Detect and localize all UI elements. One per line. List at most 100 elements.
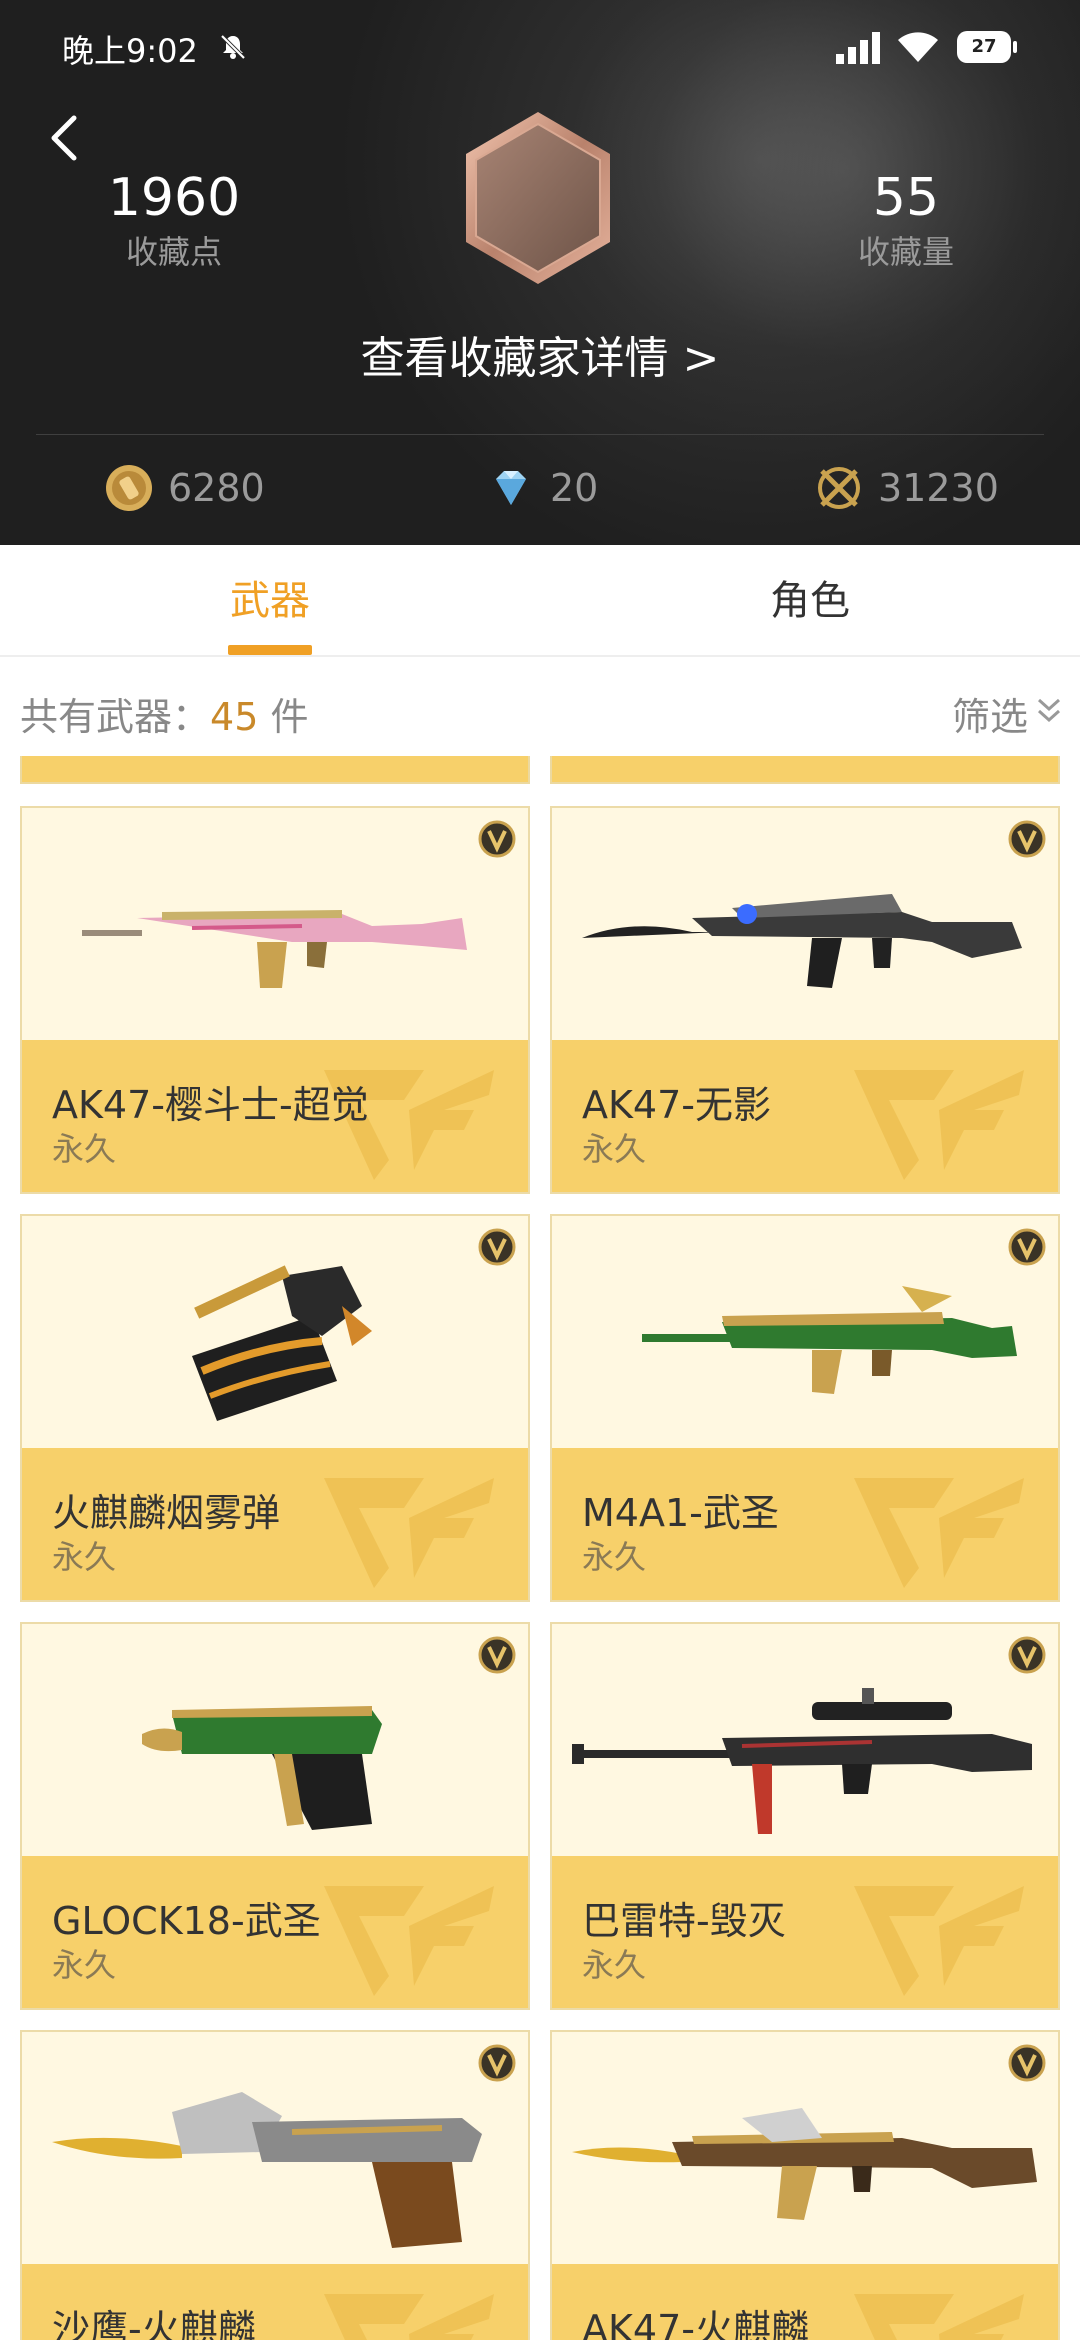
weapon-image-area [552, 2032, 1058, 2264]
pistol-icon [52, 2092, 482, 2248]
weapon-name: GLOCK18-武圣 [52, 1899, 321, 1943]
weapon-name: 火麒麟烟雾弹 [52, 1491, 281, 1535]
weapon-image-area [552, 1624, 1058, 1856]
weapon-card-1[interactable]: AK47-樱斗士-超觉 永久 [20, 806, 530, 1194]
collector-header: 晚上9:02 27 1960 收藏点 55 收藏量 查看收藏家详情 > 6280… [0, 0, 1080, 545]
weapon-card-6[interactable]: 巴雷特-毁灭 永久 [550, 1622, 1060, 2010]
battery-icon: 27 [956, 30, 1018, 64]
gold-coin-balance: 6280 [104, 460, 265, 516]
collection-count-value: 55 [872, 168, 940, 228]
diamond-value: 20 [550, 466, 599, 510]
partial-card-left [20, 756, 530, 784]
rifle-icon [82, 910, 467, 988]
rifle-icon [582, 894, 1022, 988]
status-bar: 晚上9:02 27 [0, 0, 1080, 96]
weapon-info: GLOCK18-武圣 永久 [22, 1856, 528, 2008]
weapon-name: M4A1-武圣 [582, 1491, 779, 1535]
diamond-icon [496, 471, 526, 505]
weapon-card-8[interactable]: AK47-火麒麟 永久 [550, 2030, 1060, 2340]
wifi-icon [898, 32, 938, 62]
weapon-name: AK47-火麒麟 [582, 2307, 809, 2340]
weapon-duration: 永久 [52, 1538, 117, 1576]
vip-badge-icon [478, 2044, 516, 2082]
weapon-name: 巴雷特-毁灭 [582, 1899, 786, 1943]
diamond-balance: 20 [486, 460, 598, 516]
filter-button[interactable]: 筛选 [952, 686, 1028, 741]
header-divider [36, 434, 1044, 435]
weapon-count-prefix: 共有武器： [20, 695, 211, 739]
collector-rank-badge-icon [466, 112, 610, 284]
weapon-info: AK47-无影 永久 [552, 1040, 1058, 1192]
cf-logo-watermark-icon [854, 1070, 1024, 1180]
weapon-duration: 永久 [582, 1130, 647, 1168]
weapon-info: 火麒麟烟雾弹 永久 [22, 1448, 528, 1600]
rifle-icon [642, 1286, 1017, 1394]
weapon-image-area [22, 1624, 528, 1856]
status-time: 晚上9:02 [62, 32, 198, 70]
weapon-count-label: 共有武器：45 件 [20, 686, 308, 741]
weapon-info: AK47-樱斗士-超觉 永久 [22, 1040, 528, 1192]
battery-level: 27 [971, 36, 997, 57]
smoke-grenade-icon [192, 1265, 372, 1421]
weapon-info: 巴雷特-毁灭 永久 [552, 1856, 1058, 2008]
weapon-card-4[interactable]: M4A1-武圣 永久 [550, 1214, 1060, 1602]
cf-logo-watermark-icon [854, 1886, 1024, 1996]
gold-coin-value: 6280 [168, 466, 265, 510]
tab-weapons[interactable]: 武器 [160, 545, 380, 657]
partial-card-right [550, 756, 1060, 784]
weapon-duration: 永久 [52, 1946, 117, 1984]
sniper-rifle-icon [572, 1688, 1032, 1834]
cf-logo-watermark-icon [324, 1886, 494, 1996]
vip-badge-icon [1008, 1228, 1046, 1266]
weapon-count-value: 45 [210, 695, 259, 739]
vip-badge-icon [1008, 820, 1046, 858]
weapon-name: AK47-樱斗士-超觉 [52, 1083, 369, 1127]
double-chevron-down-icon[interactable] [1036, 696, 1062, 726]
weapon-card-5[interactable]: GLOCK18-武圣 永久 [20, 1622, 530, 2010]
vip-badge-icon [1008, 2044, 1046, 2082]
vip-badge-icon [478, 1228, 516, 1266]
tab-characters[interactable]: 角色 [700, 545, 920, 657]
gold-coin-icon [106, 465, 152, 511]
weapon-card-3[interactable]: 火麒麟烟雾弹 永久 [20, 1214, 530, 1602]
weapon-duration: 永久 [52, 1130, 117, 1168]
weapon-image-area [22, 808, 528, 1040]
pistol-icon [142, 1706, 382, 1830]
weapon-name: 沙鹰-火麒麟 [52, 2307, 256, 2340]
battle-points-value: 31230 [878, 466, 999, 510]
collection-count-label: 收藏量 [857, 233, 954, 271]
weapon-card-7[interactable]: 沙鹰-火麒麟 永久 [20, 2030, 530, 2340]
cf-logo-watermark-icon [324, 1478, 494, 1588]
collection-points-stat: 1960 收藏点 [54, 166, 294, 274]
back-arrow-icon[interactable] [44, 110, 84, 166]
list-summary-row: 共有武器：45 件 筛选 [0, 660, 1080, 756]
weapon-info: AK47-火麒麟 永久 [552, 2264, 1058, 2340]
weapon-name: AK47-无影 [582, 1083, 771, 1127]
weapon-duration: 永久 [582, 1946, 647, 1984]
collection-count-stat: 55 收藏量 [786, 166, 1026, 274]
weapon-image-area [552, 808, 1058, 1040]
cf-logo-watermark-icon [854, 2294, 1024, 2340]
weapon-grid[interactable]: AK47-樱斗士-超觉 永久 AK47-无影 永久 火麒麟烟雾弹 永久 M4A1… [0, 756, 1080, 2340]
weapon-image-area [552, 1216, 1058, 1448]
weapon-duration: 永久 [582, 1538, 647, 1576]
category-tabs: 武器 角色 [0, 545, 1080, 657]
active-tab-indicator [228, 645, 312, 655]
crossed-guns-icon [818, 467, 860, 509]
weapon-image-area [22, 2032, 528, 2264]
battle-points-balance: 31230 [814, 460, 999, 516]
weapon-info: M4A1-武圣 永久 [552, 1448, 1058, 1600]
bell-muted-icon [220, 34, 246, 60]
weapon-image-area [22, 1216, 528, 1448]
collection-points-label: 收藏点 [125, 233, 222, 271]
weapon-count-suffix: 件 [258, 695, 309, 739]
collection-points-value: 1960 [107, 168, 241, 228]
vip-badge-icon [1008, 1636, 1046, 1674]
vip-badge-icon [478, 820, 516, 858]
weapon-info: 沙鹰-火麒麟 永久 [22, 2264, 528, 2340]
collector-details-link[interactable]: 查看收藏家详情 > [0, 322, 1080, 386]
cf-logo-watermark-icon [324, 2294, 494, 2340]
weapon-card-2[interactable]: AK47-无影 永久 [550, 806, 1060, 1194]
vip-badge-icon [478, 1636, 516, 1674]
cf-logo-watermark-icon [854, 1478, 1024, 1588]
